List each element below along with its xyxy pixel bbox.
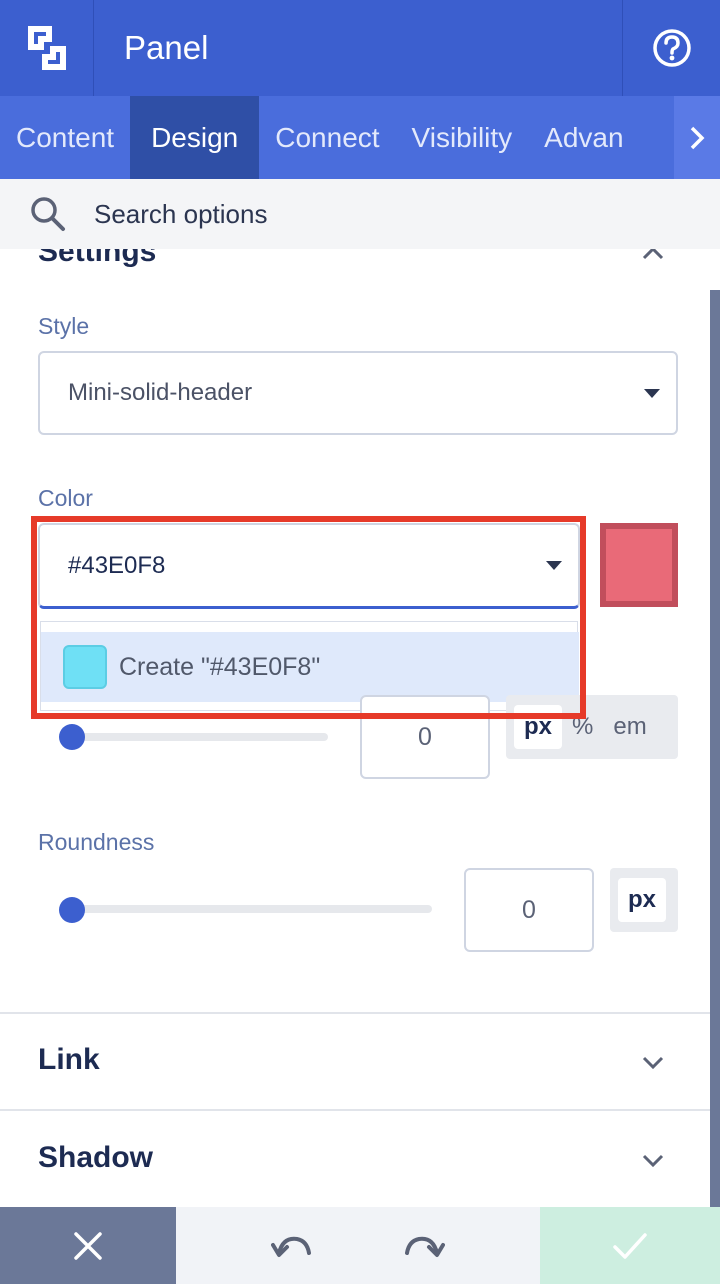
help-icon [652, 29, 691, 67]
border-unit-selector: px % em [506, 695, 678, 759]
border-slider-thumb[interactable] [59, 724, 85, 750]
tab-design[interactable]: Design [130, 96, 260, 179]
color-input[interactable]: #43E0F8 [38, 523, 580, 609]
tab-connect[interactable]: Connect [259, 96, 395, 179]
create-color-option[interactable]: Create "#43E0F8" [41, 632, 579, 702]
chevron-right-icon [690, 126, 705, 149]
tab-visibility[interactable]: Visibility [396, 96, 529, 179]
undo-icon[interactable] [271, 1231, 313, 1261]
confirm-button[interactable] [540, 1207, 720, 1284]
border-width-input[interactable]: 0 [360, 695, 490, 779]
history-controls [176, 1207, 540, 1284]
search-input[interactable] [94, 198, 654, 230]
color-label: Color [38, 485, 93, 511]
scrollbar[interactable] [710, 290, 720, 1207]
tabs-scroll-right-button[interactable] [674, 96, 720, 179]
roundness-slider-track[interactable] [62, 905, 432, 913]
search-icon [31, 197, 65, 231]
design-options: Settings Style Mini-solid-header Color #… [0, 249, 710, 1207]
redo-icon[interactable] [403, 1231, 445, 1261]
style-select[interactable]: Mini-solid-header [38, 351, 678, 435]
divider [0, 1012, 710, 1014]
color-input-value: #43E0F8 [68, 551, 166, 579]
chevron-up-icon[interactable] [642, 249, 664, 265]
unit-px[interactable]: px [514, 705, 563, 749]
border-slider-track[interactable] [62, 733, 328, 741]
style-label: Style [38, 313, 90, 339]
panel-title: Panel [124, 29, 209, 66]
bottom-action-bar [0, 1207, 720, 1284]
tab-bar: Content Design Connect Visibility Advan [0, 96, 720, 179]
caret-down-icon [644, 388, 660, 398]
logo-icon [27, 26, 66, 70]
help-button[interactable] [622, 0, 720, 96]
checkmark-icon [613, 1232, 647, 1259]
close-icon [74, 1231, 102, 1260]
tab-content[interactable]: Content [0, 96, 130, 179]
chevron-down-icon[interactable] [642, 1149, 664, 1171]
style-select-value: Mini-solid-header [68, 379, 253, 406]
unit-em[interactable]: em [603, 705, 656, 749]
tab-advanced[interactable]: Advan [528, 96, 639, 179]
color-dropdown: Create "#43E0F8" [40, 621, 579, 711]
option-color-chip [63, 645, 107, 689]
search-bar [0, 179, 720, 249]
roundness-slider-thumb[interactable] [59, 897, 85, 923]
shadow-section-title[interactable]: Shadow [38, 1141, 153, 1175]
settings-section-title: Settings [38, 249, 157, 268]
create-color-option-label: Create "#43E0F8" [119, 652, 321, 681]
color-swatch[interactable] [600, 523, 678, 607]
unit-px[interactable]: px [618, 878, 667, 922]
roundness-input[interactable]: 0 [464, 868, 594, 952]
logo[interactable] [0, 0, 94, 96]
close-button[interactable] [0, 1207, 176, 1284]
chevron-down-icon[interactable] [642, 1051, 664, 1073]
unit-percent[interactable]: % [562, 705, 603, 749]
link-section-title[interactable]: Link [38, 1043, 100, 1077]
roundness-unit-selector: px [610, 868, 678, 932]
caret-down-icon [546, 561, 562, 570]
roundness-label: Roundness [38, 829, 155, 855]
divider [0, 1109, 710, 1111]
top-bar: Panel [0, 0, 720, 96]
